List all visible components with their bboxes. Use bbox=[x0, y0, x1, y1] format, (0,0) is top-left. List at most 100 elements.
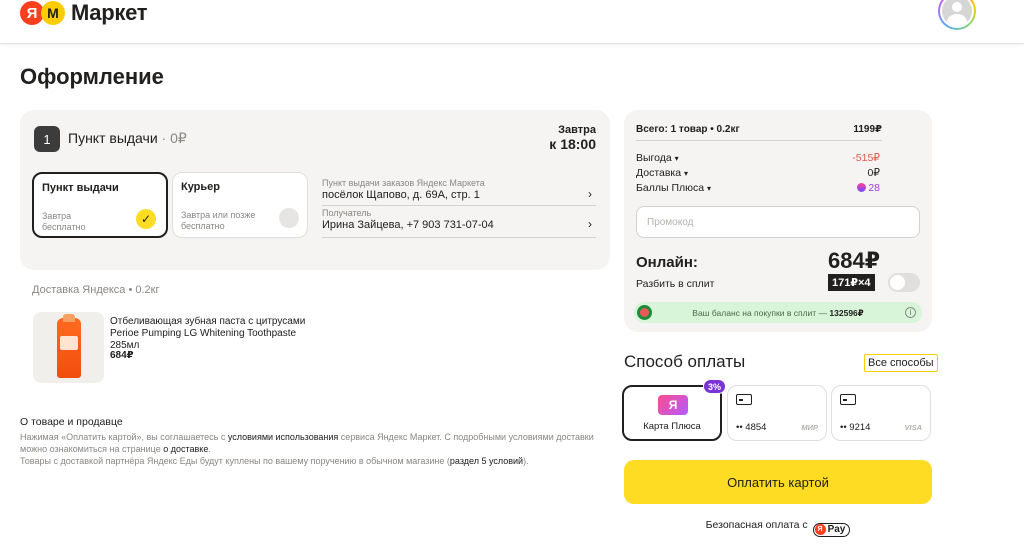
legal-text: Товары с доставкой партнёра Яндекс Еды б… bbox=[20, 456, 450, 466]
chevron-right-icon: › bbox=[588, 217, 592, 231]
yandex-pay-icon: Я bbox=[814, 524, 826, 535]
page-title: Оформление bbox=[20, 64, 164, 89]
bank-card-icon bbox=[736, 394, 752, 405]
delivery-cost-label: Доставка bbox=[636, 167, 682, 179]
checkmark-icon: ✓ bbox=[136, 209, 156, 229]
yandex-pay-logo: Я Pay bbox=[812, 522, 851, 537]
option-sub-line1: Завтра bbox=[42, 211, 72, 221]
split-balance-label: Ваш баланс на покупки в сплит — bbox=[692, 308, 830, 318]
chevron-right-icon: › bbox=[588, 187, 592, 201]
delivery-cost-value: 0₽ bbox=[867, 167, 880, 179]
ypay-label: Pay bbox=[827, 524, 846, 535]
chevron-down-icon: ▾ bbox=[707, 184, 712, 193]
legal-paragraph-1: Нажимая «Оплатить картой», вы соглашаете… bbox=[20, 431, 610, 455]
card-number: •• 4854 bbox=[736, 422, 767, 433]
chevron-down-icon: ▾ bbox=[684, 169, 689, 178]
secure-payment-note: Безопасная оплата с Я Pay bbox=[624, 519, 932, 537]
option-subtitle: Завтра бесплатно bbox=[42, 211, 86, 233]
secure-text: Безопасная оплата с bbox=[705, 519, 811, 531]
terms-section-link[interactable]: раздел 5 условий bbox=[450, 456, 523, 466]
split-balance-value: 132596₽ bbox=[829, 308, 864, 318]
mir-logo: МИР bbox=[801, 423, 818, 432]
online-total: 684₽ bbox=[827, 248, 880, 273]
pickup-address: посёлок Щапово, д. 69А, стр. 1 bbox=[322, 189, 480, 201]
plus-points-label: Баллы Плюса bbox=[636, 182, 705, 194]
delivery-day: Завтра bbox=[558, 124, 596, 136]
split-balance-banner[interactable]: Ваш баланс на покупки в сплит — 132596₽ … bbox=[634, 302, 922, 323]
plus-points-row[interactable]: Баллы Плюса ▾ 28 bbox=[636, 182, 880, 194]
option-sub-line1: Завтра или позже bbox=[181, 210, 256, 220]
step-title-text: Пункт выдачи bbox=[68, 130, 158, 146]
option-title: Курьер bbox=[181, 181, 221, 193]
plus-points-value-wrap: 28 bbox=[857, 182, 880, 194]
card-name: Карта Плюса bbox=[643, 421, 701, 432]
option-title: Пункт выдачи bbox=[42, 182, 119, 194]
step-price: · 0₽ bbox=[157, 130, 187, 146]
logo-text: Маркет bbox=[71, 0, 148, 25]
payment-card-mir[interactable]: •• 4854 МИР bbox=[727, 385, 827, 441]
legal-info: О товаре и продавце Нажимая «Оплатить ка… bbox=[20, 416, 610, 467]
terms-link[interactable]: условиями использования bbox=[228, 432, 338, 442]
product-image[interactable] bbox=[33, 312, 104, 383]
info-icon[interactable]: i bbox=[905, 307, 916, 318]
cashback-badge: 3% bbox=[702, 379, 726, 394]
visa-logo: VISA bbox=[904, 423, 922, 432]
plus-points-value: 28 bbox=[868, 182, 880, 194]
bank-card-icon bbox=[840, 394, 856, 405]
divider bbox=[636, 140, 882, 141]
product-name[interactable]: Отбеливающая зубная паста с цитрусами Pe… bbox=[110, 316, 320, 352]
payment-method-title: Способ оплаты bbox=[624, 352, 746, 371]
delivery-step-title: Пункт выдачи · 0₽ bbox=[68, 130, 187, 147]
delivery-meta: Доставка Яндекса • 0.2кг bbox=[32, 284, 160, 296]
radio-circle-icon bbox=[279, 208, 299, 228]
split-label: Разбить в сплит bbox=[636, 278, 715, 290]
total-label: Всего: 1 товар • 0.2кг bbox=[636, 124, 740, 135]
step-number-badge: 1 bbox=[34, 126, 60, 152]
legal-paragraph-2: Товары с доставкой партнёра Яндекс Еды б… bbox=[20, 455, 610, 467]
benefit-label: Выгода bbox=[636, 152, 672, 164]
chevron-down-icon: ▾ bbox=[674, 154, 679, 163]
promo-code-input[interactable]: Промокод bbox=[636, 206, 920, 238]
yandex-market-logo[interactable]: Я M Маркет bbox=[20, 0, 148, 26]
cashback-value: 3% bbox=[707, 381, 721, 392]
legal-text: Нажимая «Оплатить картой», вы соглашаете… bbox=[20, 432, 228, 442]
pay-by-card-button[interactable]: Оплатить картой bbox=[624, 460, 932, 504]
all-methods-link[interactable]: Все способы bbox=[864, 354, 938, 372]
legal-text: ). bbox=[523, 456, 529, 466]
legal-text: . bbox=[208, 444, 211, 454]
option-courier[interactable]: Курьер Завтра или позже бесплатно bbox=[172, 172, 308, 238]
option-pickup-point[interactable]: Пункт выдачи Завтра бесплатно ✓ bbox=[32, 172, 168, 238]
user-icon bbox=[942, 0, 972, 26]
option-sub-line2: бесплатно bbox=[181, 221, 225, 231]
option-subtitle: Завтра или позже бесплатно bbox=[181, 210, 255, 232]
delivery-cost-row[interactable]: Доставка ▾ 0₽ bbox=[636, 167, 880, 179]
order-summary: Всего: 1 товар • 0.2кг 1199₽ Выгода ▾ -5… bbox=[624, 110, 932, 332]
seller-info-link[interactable]: О товаре и продавце bbox=[20, 416, 610, 428]
pickup-label: Пункт выдачи заказов Яндекс Маркета bbox=[322, 178, 485, 188]
delivery-time: Завтра к 18:00 bbox=[549, 124, 596, 152]
top-header: Я M Маркет bbox=[0, 0, 1024, 44]
delivery-info-link[interactable]: о доставке bbox=[163, 444, 208, 454]
recipient-row[interactable]: Получатель Ирина Зайцева, +7 903 731-07-… bbox=[322, 208, 596, 238]
benefit-row[interactable]: Выгода ▾ -515₽ bbox=[636, 152, 880, 164]
product-price: 684₽ bbox=[110, 350, 134, 361]
option-sub-line2: бесплатно bbox=[42, 222, 86, 232]
split-toggle[interactable] bbox=[888, 273, 920, 292]
split-balance-text: Ваш баланс на покупки в сплит — 132596₽ bbox=[634, 308, 922, 319]
benefit-value: -515₽ bbox=[852, 152, 880, 164]
pickup-address-row[interactable]: Пункт выдачи заказов Яндекс Маркета посё… bbox=[322, 178, 596, 206]
delivery-hour: к 18:00 bbox=[549, 136, 596, 152]
payment-card-visa[interactable]: •• 9214 VISA bbox=[831, 385, 931, 441]
split-payment-badge: 171₽×4 bbox=[828, 274, 875, 291]
delivery-card: 1 Пункт выдачи · 0₽ Завтра к 18:00 Пункт… bbox=[20, 110, 610, 270]
payment-card-plus[interactable]: Я 3% Карта Плюса bbox=[622, 379, 726, 441]
total-row: Всего: 1 товар • 0.2кг 1199₽ bbox=[636, 124, 882, 135]
toothpaste-tube-image bbox=[57, 314, 81, 378]
logo-m-icon: M bbox=[41, 1, 65, 25]
plus-coin-icon bbox=[857, 183, 867, 192]
recipient-value: Ирина Зайцева, +7 903 731-07-04 bbox=[322, 219, 494, 231]
avatar[interactable] bbox=[938, 0, 976, 30]
online-label: Онлайн: bbox=[636, 254, 698, 271]
recipient-label: Получатель bbox=[322, 208, 372, 218]
total-value: 1199₽ bbox=[853, 124, 882, 135]
